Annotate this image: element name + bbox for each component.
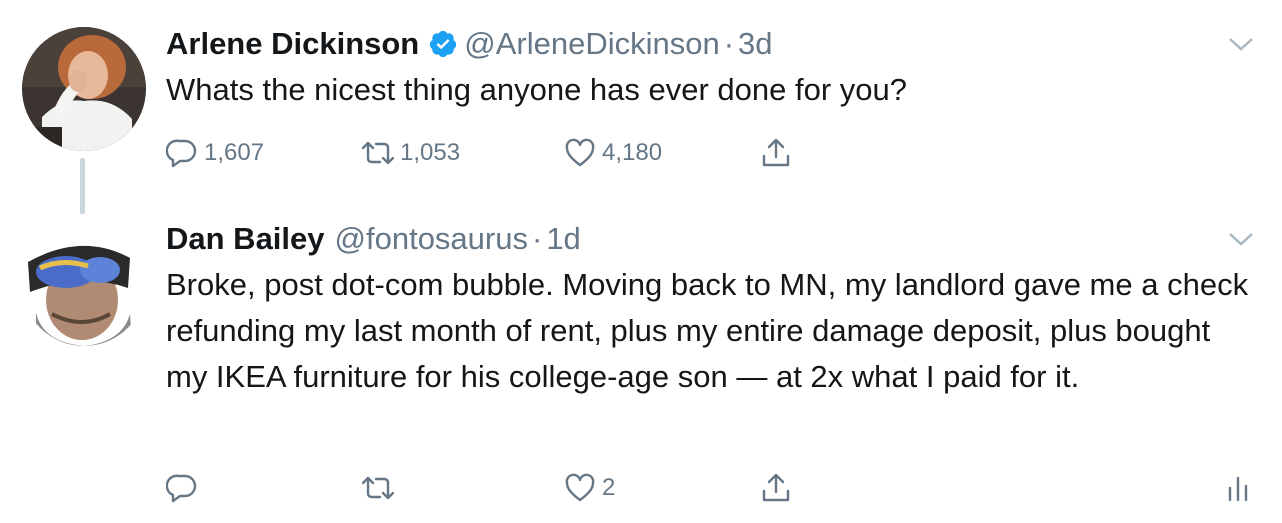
separator-dot: · — [531, 221, 543, 256]
share-icon — [762, 473, 790, 502]
reply-icon — [166, 139, 197, 168]
thread-connector-line — [80, 158, 85, 214]
tweet-dan[interactable]: Dan Bailey @fontosaurus · 1d Broke, post… — [166, 219, 1254, 503]
retweet-icon — [362, 476, 394, 500]
reply-count: 1,607 — [204, 139, 265, 166]
tweet-timestamp[interactable]: 3d — [738, 24, 772, 64]
author-handle[interactable]: @fontosaurus — [335, 219, 528, 259]
share-button[interactable] — [760, 135, 792, 171]
author-name[interactable]: Arlene Dickinson — [166, 24, 419, 64]
retweet-count: 1,053 — [400, 139, 461, 166]
like-icon — [565, 473, 595, 502]
like-icon — [565, 138, 595, 167]
retweet-icon — [362, 141, 394, 165]
tweet-actions: 2 — [166, 470, 1254, 506]
separator-dot: · — [723, 26, 735, 61]
tweet-header: Arlene Dickinson @ArleneDickinson · 3d — [166, 24, 1254, 64]
reply-icon — [166, 474, 197, 503]
avatar-arlene[interactable] — [22, 27, 146, 151]
caret-down-icon[interactable] — [1228, 229, 1254, 249]
tweet-text: Whats the nicest thing anyone has ever d… — [166, 72, 908, 107]
reply-button[interactable]: 1,607 — [166, 135, 264, 171]
author-handle[interactable]: @ArleneDickinson — [464, 24, 719, 64]
verified-badge-icon — [430, 30, 457, 58]
tweet-text: Broke, post dot-com bubble. Moving back … — [166, 267, 1249, 394]
share-icon — [762, 138, 790, 167]
like-button[interactable]: 4,180 — [564, 135, 662, 171]
tweet-timestamp[interactable]: 1d — [546, 219, 580, 259]
retweet-button[interactable] — [362, 470, 400, 506]
retweet-button[interactable]: 1,053 — [362, 135, 460, 171]
like-button[interactable]: 2 — [564, 470, 615, 506]
reply-button[interactable] — [166, 470, 204, 506]
analytics-icon — [1228, 476, 1248, 502]
tweet-arlene[interactable]: Arlene Dickinson @ArleneDickinson · 3d W… — [166, 24, 1254, 168]
share-button[interactable] — [760, 470, 792, 506]
analytics-button[interactable] — [1222, 470, 1254, 506]
like-count: 4,180 — [602, 139, 663, 166]
tweet-header: Dan Bailey @fontosaurus · 1d — [166, 219, 1254, 259]
tweet-actions: 1,607 1,053 4,180 — [166, 135, 1254, 171]
author-name[interactable]: Dan Bailey — [166, 219, 325, 259]
caret-down-icon[interactable] — [1228, 34, 1254, 54]
like-count: 2 — [602, 474, 616, 501]
avatar-dan[interactable] — [22, 222, 146, 346]
